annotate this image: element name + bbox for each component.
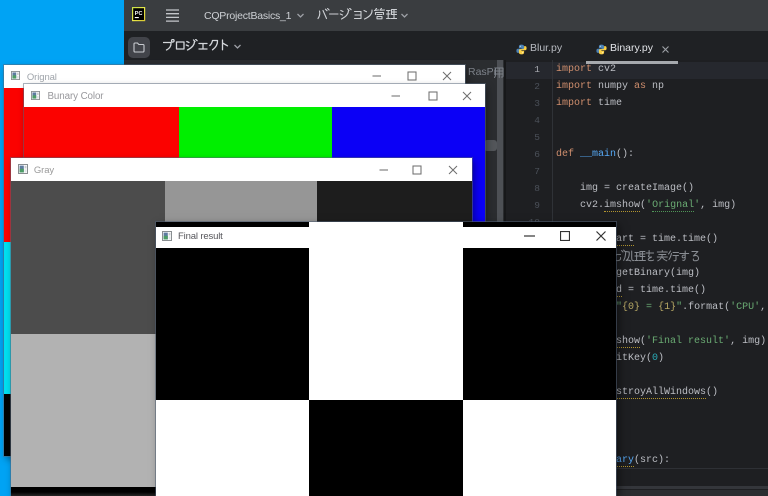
svg-text:PC: PC bbox=[135, 11, 143, 17]
